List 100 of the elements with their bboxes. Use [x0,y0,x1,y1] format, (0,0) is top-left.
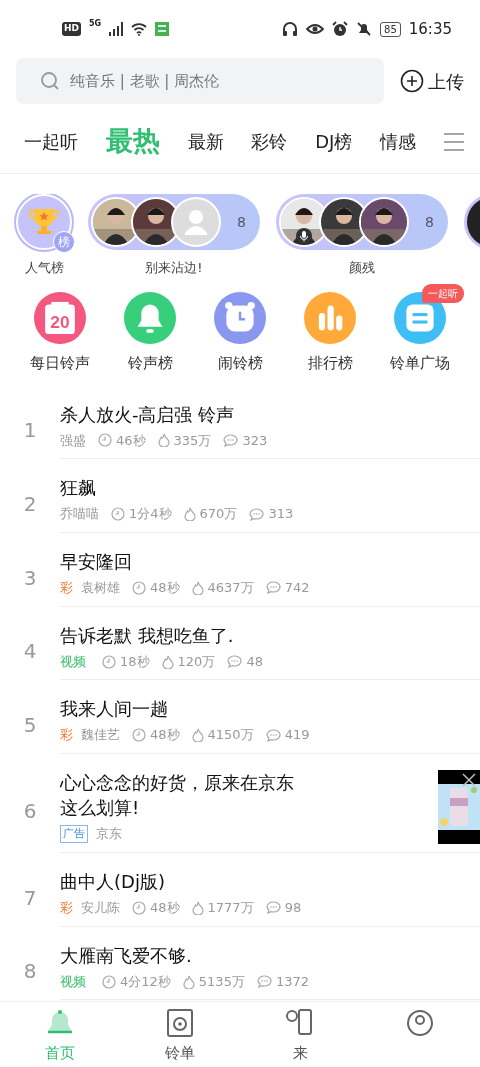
play-count: 4150万 [207,726,254,745]
clock-icon [132,580,146,595]
comment-count: 48 [246,652,263,671]
chart-badge: 榜 [53,231,75,253]
rank-number: 2 [22,491,38,519]
battery-indicator: 85 [380,21,401,37]
search-field[interactable]: 纯音乐 | 老歌 | 周杰伦 [16,58,384,104]
clock-icon [111,507,125,522]
song-row[interactable]: 4 告诉老默 我想吃鱼了. 视频 18秒 120万 48 [0,613,480,688]
room-name: 颜残 [348,259,375,277]
room-card[interactable]: 8 [275,194,448,250]
comment-icon [265,728,281,742]
shortcut-label: 每日铃声 [30,353,90,374]
search-icon [40,71,60,91]
comment-icon [223,433,239,447]
artist-name: 安儿陈 [81,899,120,918]
phone-icon [285,1007,315,1038]
song-row[interactable]: 7 曲中人(Dj版) 彩 安儿陈 48秒 1777万 98 [0,859,480,934]
song-title: 狂飙 [60,476,97,501]
alarm-icon [332,21,349,37]
clock-icon [102,654,116,669]
artist-name: 乔喵喵 [60,505,99,524]
song-title: 告诉老默 我想吃鱼了. [60,623,235,648]
shortcut-button[interactable]: 排行榜 [286,282,374,375]
play-count: 670万 [199,505,238,524]
shortcut-button[interactable]: 闹铃榜 [196,282,284,375]
play-count: 120万 [177,652,216,671]
rank-number: 1 [22,417,38,445]
flame-icon [191,580,204,595]
song-row[interactable]: 3 早安隆回 彩 袁树雄 48秒 4637万 742 [0,539,480,614]
flame-icon [182,974,195,989]
rank-number: 4 [22,638,38,666]
flame-icon [191,900,204,915]
flame-icon [161,654,174,669]
comment-count: 742 [284,579,310,598]
comment-icon [265,581,281,595]
comment-icon [265,901,281,915]
clock-icon [132,900,146,915]
shortcut-button[interactable]: 一起听 铃单广场 [376,282,464,375]
song-row[interactable]: 8 大雁南飞爱不够. 视频 4分12秒 5135万 1372 [0,933,480,1001]
category-tab[interactable]: 最新 [187,128,224,155]
category-tab[interactable]: 情感 [380,128,417,155]
shortcut-button[interactable]: 20 每日铃声 [16,282,104,375]
category-tab[interactable]: 彩铃 [251,128,288,155]
app-notification-icon [155,22,170,36]
room-name: 人气榜 [24,259,64,277]
flame-icon [191,728,204,743]
badge-label: 一起听 [422,284,464,303]
rank-number: 8 [22,958,38,986]
clock-icon [132,728,146,743]
nav-label: 来 [292,1042,308,1064]
category-tab[interactable]: 一起听 [24,128,78,155]
category-tab[interactable]: DJ榜 [315,128,353,155]
song-row[interactable]: 2 狂飙 乔喵喵 1分4秒 670万 313 [0,466,480,540]
comment-count: 98 [284,899,302,918]
rank-number: 6 [22,798,38,826]
shortcut-button[interactable]: 铃声榜 [106,282,194,375]
shortcut-label: 铃单广场 [390,353,450,374]
tag-label: 视频 [60,972,86,991]
muted-bell-icon [356,21,373,37]
artist-name: 袁树雄 [81,579,120,598]
signal-icon [109,22,124,36]
room-name: 别来沾边! [145,259,203,277]
song-row[interactable]: 1 杀人放火-高启强 铃声 强盛 46秒 335万 323 [0,392,480,467]
rank-number: 3 [22,564,38,592]
song-title: 大雁南飞爱不够. [60,943,193,968]
song-row[interactable]: 5 我来人间一趟 彩 魏佳艺 48秒 4150万 419 [0,687,480,761]
shortcut-label: 排行榜 [307,353,353,374]
comment-count: 323 [242,431,268,450]
room-card[interactable]: 8 [88,194,260,250]
clock-icon [98,433,112,448]
comment-icon [227,655,243,668]
wifi-icon [131,22,148,36]
shortcut-label: 铃声榜 [127,353,173,374]
comment-icon [249,507,265,521]
flame-icon [183,507,196,522]
tag-label: 彩 [60,579,73,598]
close-icon[interactable] [461,771,477,788]
comment-count: 419 [284,726,310,745]
plus-circle-icon [400,69,424,93]
duration-text: 48秒 [150,579,180,598]
tag-label: 彩 [60,899,73,918]
nav-tab[interactable]: 铃单 [120,1006,240,1066]
song-title: 心心念念的好货，原来在京东这么划算! [60,771,295,821]
profile-icon [405,1008,435,1038]
duration-text: 4分12秒 [120,972,171,991]
duration-text: 48秒 [150,899,180,918]
song-title: 杀人放火-高启强 铃声 [60,402,236,427]
duration-text: 1分4秒 [129,505,172,524]
song-row[interactable]: 6 心心念念的好货，原来在京东这么划算! 广告 京东 [0,760,480,860]
play-count: 5135万 [198,972,245,991]
nav-tab[interactable]: 来 [240,1006,360,1066]
tag-label: 视频 [60,652,86,671]
upload-button[interactable]: 上传 [400,67,464,95]
clock-time: 16:35 [408,18,452,40]
play-count: 335万 [173,431,212,450]
song-title: 曲中人(Dj版) [60,869,166,894]
eye-icon [306,23,325,35]
duration-text: 48秒 [150,726,180,745]
song-title: 早安隆回 [60,549,133,574]
